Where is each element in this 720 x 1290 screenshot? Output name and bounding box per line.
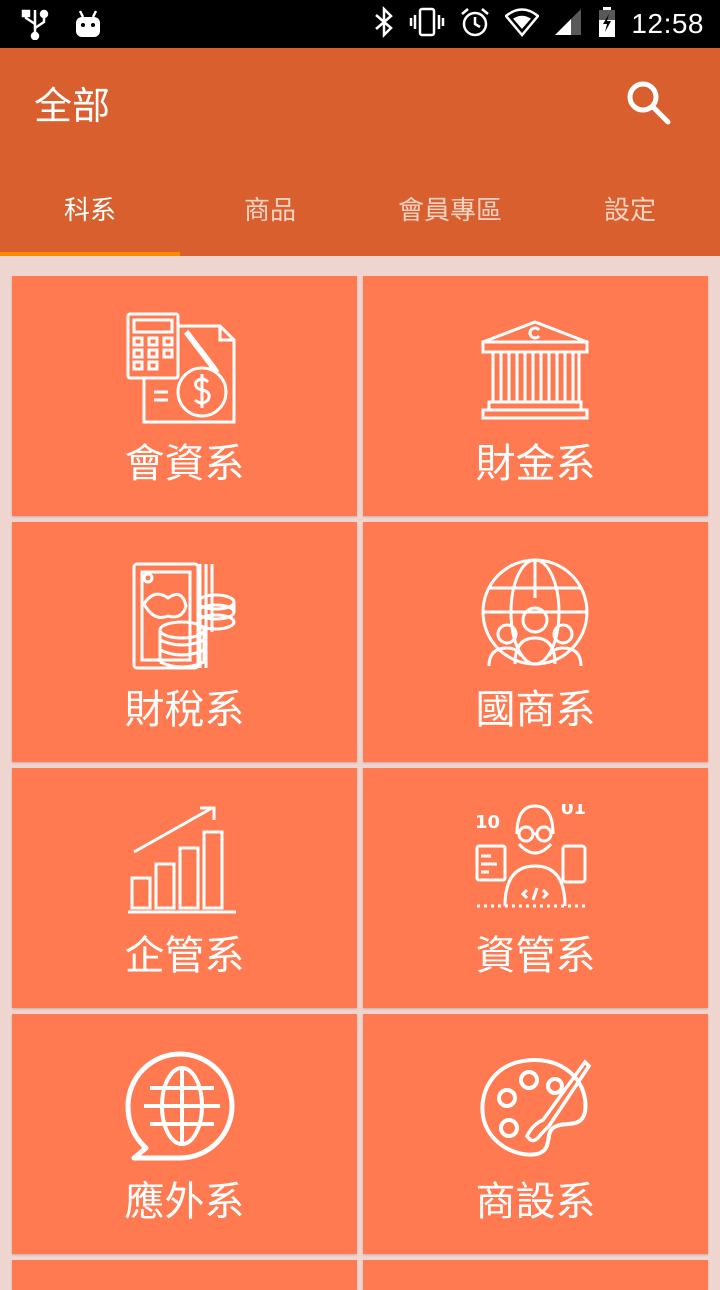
accounting-icon: [124, 312, 244, 432]
search-icon: [624, 78, 672, 130]
wifi-icon: [504, 7, 541, 41]
bank-icon: [475, 312, 595, 432]
palette-icon: [475, 1050, 595, 1170]
department-label: 國商系: [475, 687, 596, 733]
tab-departments[interactable]: 科系: [0, 160, 180, 256]
page-title: 全部: [34, 84, 111, 128]
tab-label: 設定: [603, 195, 656, 226]
department-label: 商設系: [475, 1179, 596, 1225]
department-grid: 會資系 財金系 財稅系 國商系 企管系 10 01 資管系 應外系 商設系: [12, 276, 708, 1290]
department-card-partial[interactable]: [363, 1260, 708, 1290]
status-time: 12:58: [631, 8, 704, 39]
svg-text:01: 01: [561, 804, 586, 819]
growth-chart-icon: [124, 804, 244, 924]
department-label: 財稅系: [124, 687, 245, 733]
tab-bar: 科系 商品 會員專區 設定: [0, 160, 720, 256]
department-card-international-business[interactable]: 國商系: [363, 522, 708, 762]
department-label: 財金系: [475, 441, 596, 487]
vibrate-icon: [409, 6, 445, 42]
tab-label: 會員專區: [397, 195, 502, 226]
globe-chat-icon: [124, 1050, 244, 1170]
globe-people-icon: [475, 558, 595, 678]
programmer-icon: 10 01: [475, 798, 595, 924]
bluetooth-icon: [373, 5, 395, 42]
battery-icon: [597, 6, 617, 42]
status-bar: 12:58: [0, 0, 720, 48]
department-card-accounting[interactable]: 會資系: [12, 276, 357, 516]
department-label: 應外系: [124, 1179, 245, 1225]
signal-icon: [553, 7, 583, 41]
department-card-information-management[interactable]: 10 01 資管系: [363, 768, 708, 1008]
app-bar: 全部 科系 商品 會員專區 設定: [0, 48, 720, 256]
department-card-partial[interactable]: [12, 1260, 357, 1290]
department-card-applied-foreign-languages[interactable]: 應外系: [12, 1014, 357, 1254]
tab-products[interactable]: 商品: [180, 160, 360, 256]
department-label: 會資系: [124, 441, 245, 487]
department-label: 資管系: [475, 933, 596, 979]
tab-member-area[interactable]: 會員專區: [360, 160, 540, 256]
tab-label: 商品: [243, 195, 296, 226]
usb-icon: [20, 8, 50, 44]
android-icon: [72, 9, 104, 43]
department-card-commercial-design[interactable]: 商設系: [363, 1014, 708, 1254]
money-coins-icon: [124, 558, 244, 678]
department-card-taxation[interactable]: 財稅系: [12, 522, 357, 762]
tab-label: 科系: [63, 195, 116, 226]
department-card-business-admin[interactable]: 企管系: [12, 768, 357, 1008]
svg-text:10: 10: [475, 812, 500, 833]
department-card-finance[interactable]: 財金系: [363, 276, 708, 516]
tab-settings[interactable]: 設定: [540, 160, 720, 256]
department-label: 企管系: [124, 933, 245, 979]
alarm-icon: [459, 6, 491, 42]
search-button[interactable]: [620, 76, 676, 132]
